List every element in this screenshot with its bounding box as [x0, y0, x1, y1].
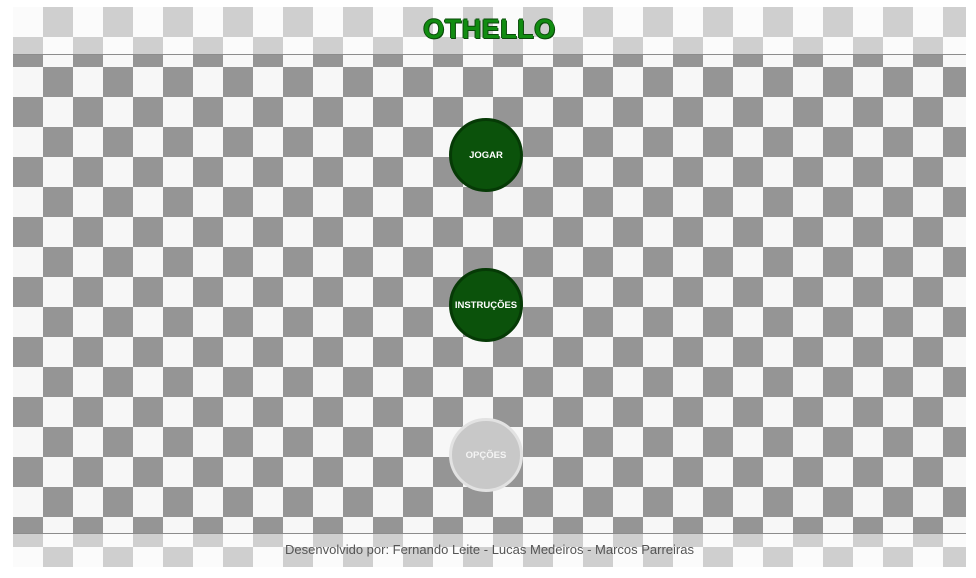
game-screen: OTHELLO JOGAR INSTRUÇÕES OPÇÕES Desenvol…	[13, 7, 966, 567]
game-title: OTHELLO	[423, 14, 556, 44]
instructions-button-label: INSTRUÇÕES	[454, 299, 518, 311]
header-bar: OTHELLO	[13, 7, 966, 55]
play-button[interactable]: JOGAR	[449, 118, 523, 192]
footer-bar: Desenvolvido por: Fernando Leite - Lucas…	[13, 533, 966, 567]
options-button[interactable]: OPÇÕES	[449, 418, 523, 492]
credits-text: Desenvolvido por: Fernando Leite - Lucas…	[285, 542, 694, 557]
options-button-label: OPÇÕES	[465, 449, 507, 461]
play-button-label: JOGAR	[469, 149, 503, 161]
instructions-button[interactable]: INSTRUÇÕES	[449, 268, 523, 342]
